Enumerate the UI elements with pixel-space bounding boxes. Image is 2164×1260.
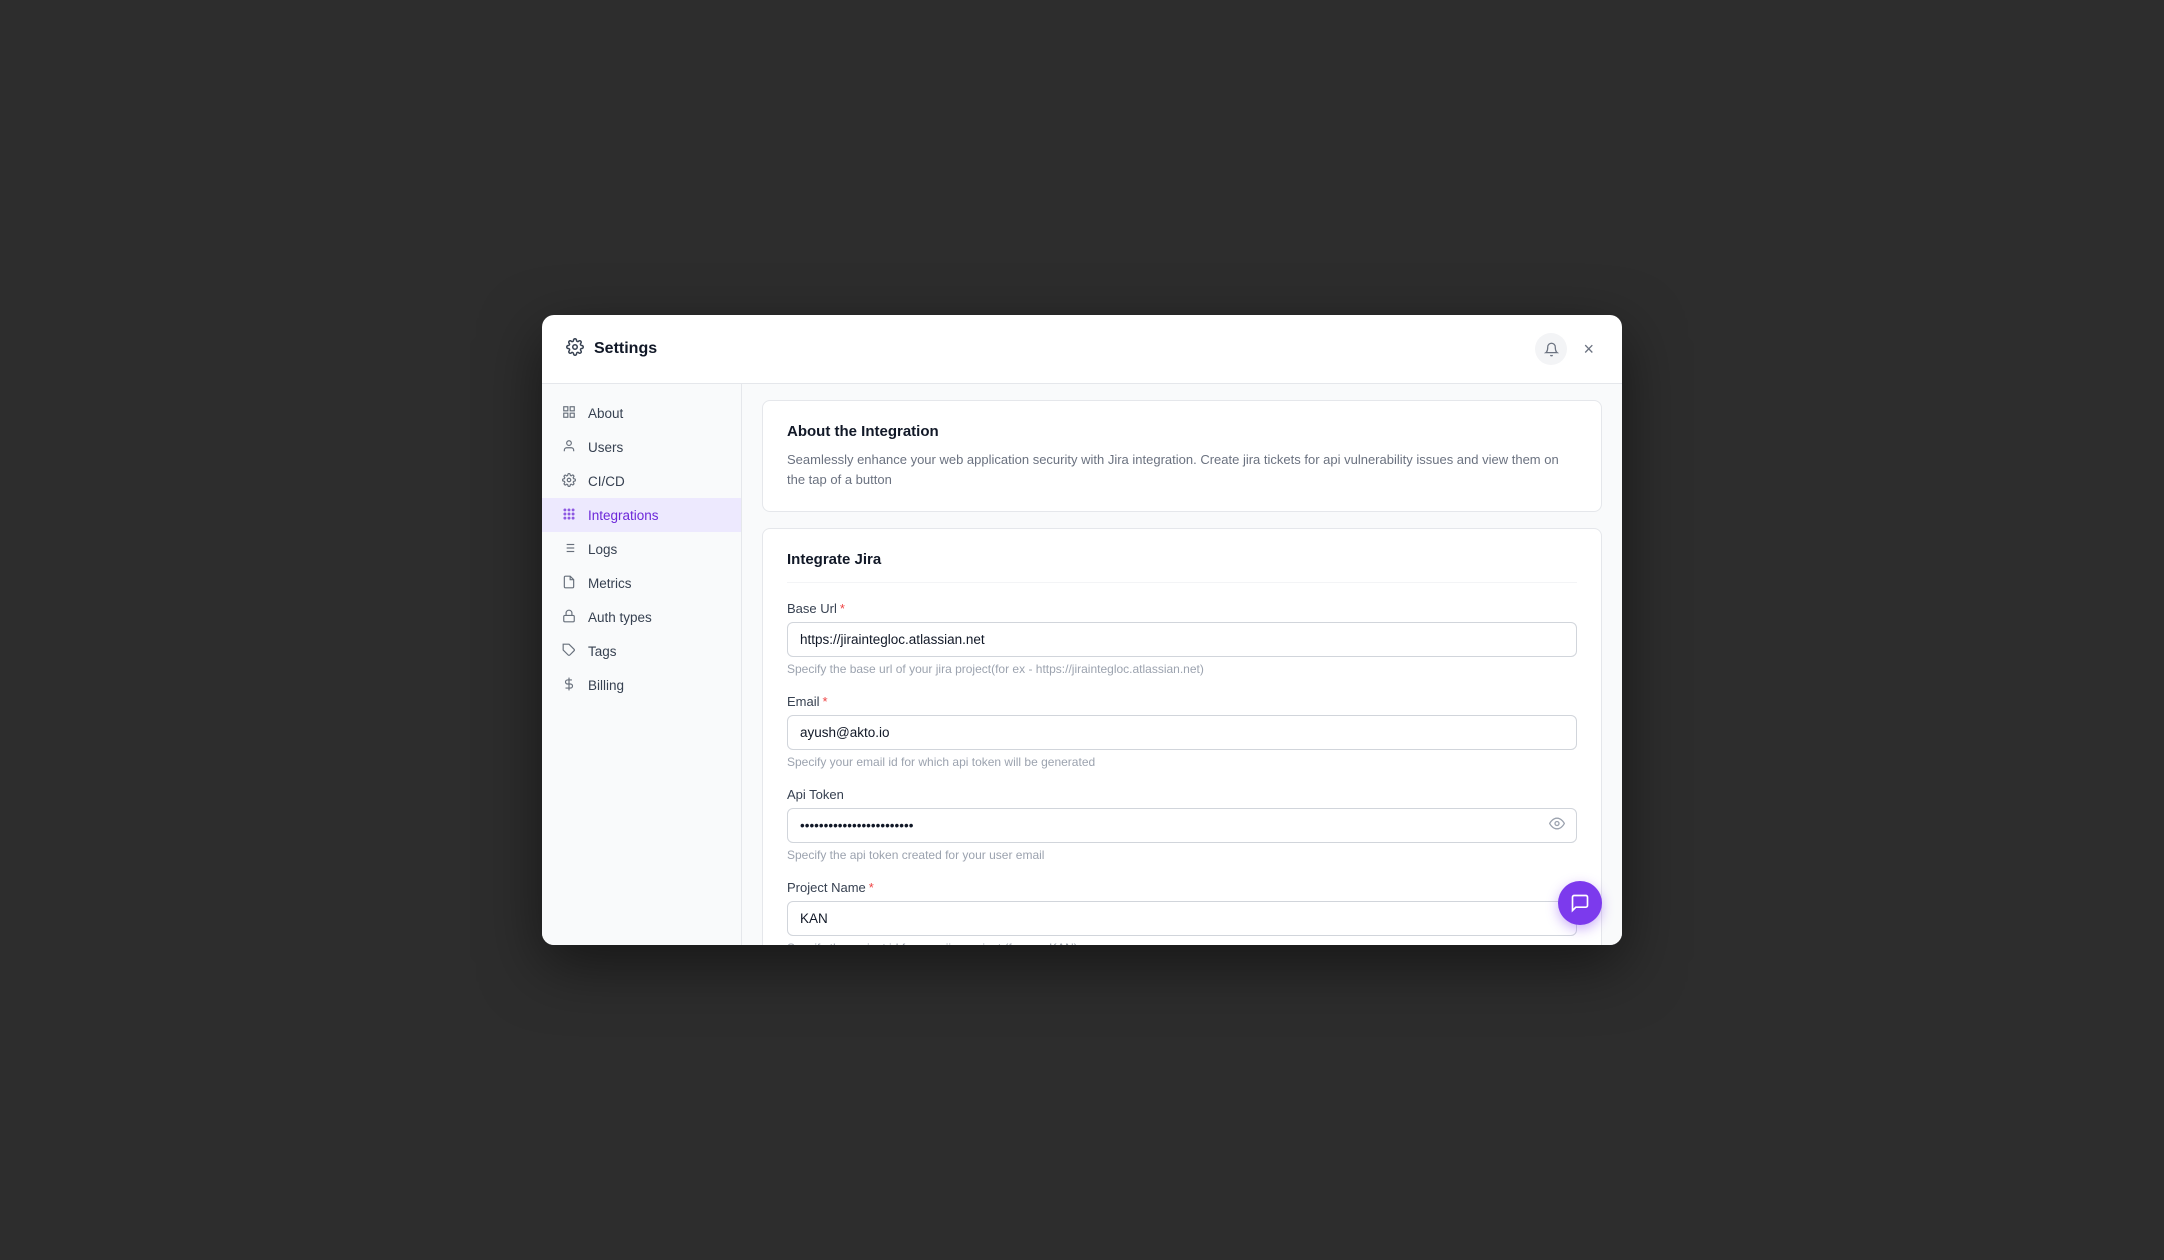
chat-fab-button[interactable] xyxy=(1558,881,1602,925)
close-button[interactable]: × xyxy=(1579,335,1598,364)
base-url-required: * xyxy=(840,601,845,616)
integrate-jira-title: Integrate Jira xyxy=(787,551,1577,583)
sidebar-item-about[interactable]: About xyxy=(542,396,741,430)
settings-icon xyxy=(566,338,584,361)
sidebar-item-logs[interactable]: Logs xyxy=(542,532,741,566)
about-section-title: About the Integration xyxy=(787,423,1577,440)
sidebar: About Users CI/CD xyxy=(542,384,742,945)
header-actions: × xyxy=(1535,333,1598,365)
lock-icon xyxy=(562,609,578,625)
file-icon xyxy=(562,575,578,591)
grid-dots-icon xyxy=(562,507,578,523)
toggle-password-button[interactable] xyxy=(1547,813,1567,838)
modal-header: Settings × xyxy=(542,315,1622,384)
api-token-label: Api Token xyxy=(787,787,1577,802)
project-name-input[interactable] xyxy=(787,901,1577,936)
sidebar-item-cicd[interactable]: CI/CD xyxy=(542,464,741,498)
sidebar-label-tags: Tags xyxy=(588,644,617,659)
sidebar-label-integrations: Integrations xyxy=(588,508,659,523)
modal-body: About Users CI/CD xyxy=(542,384,1622,945)
billing-icon xyxy=(562,677,578,693)
sidebar-label-cicd: CI/CD xyxy=(588,474,625,489)
settings-modal: Settings × About xyxy=(542,315,1622,945)
user-icon xyxy=(562,439,578,455)
email-input[interactable] xyxy=(787,715,1577,750)
about-section-description: Seamlessly enhance your web application … xyxy=(787,450,1577,489)
api-token-wrapper xyxy=(787,808,1577,843)
about-section-card: About the Integration Seamlessly enhance… xyxy=(762,400,1602,512)
project-name-group: Project Name * Specify the project id fo… xyxy=(787,880,1577,945)
list-icon xyxy=(562,541,578,557)
grid-icon xyxy=(562,405,578,421)
notification-button[interactable] xyxy=(1535,333,1567,365)
modal-title: Settings xyxy=(594,340,657,358)
content-area: About the Integration Seamlessly enhance… xyxy=(742,384,1622,945)
sidebar-label-users: Users xyxy=(588,440,623,455)
sidebar-item-metrics[interactable]: Metrics xyxy=(542,566,741,600)
tag-icon xyxy=(562,643,578,659)
sidebar-label-logs: Logs xyxy=(588,542,617,557)
sidebar-item-billing[interactable]: Billing xyxy=(542,668,741,702)
base-url-hint: Specify the base url of your jira projec… xyxy=(787,662,1577,676)
api-token-input[interactable] xyxy=(787,808,1577,843)
base-url-group: Base Url * Specify the base url of your … xyxy=(787,601,1577,676)
project-name-hint: Specify the project id for your jira pro… xyxy=(787,941,1577,945)
sidebar-label-about: About xyxy=(588,406,623,421)
sidebar-item-auth-types[interactable]: Auth types xyxy=(542,600,741,634)
project-name-label: Project Name * xyxy=(787,880,1577,895)
sidebar-label-metrics: Metrics xyxy=(588,576,632,591)
sidebar-label-auth-types: Auth types xyxy=(588,610,652,625)
email-hint: Specify your email id for which api toke… xyxy=(787,755,1577,769)
email-required: * xyxy=(823,694,828,709)
sidebar-item-users[interactable]: Users xyxy=(542,430,741,464)
sidebar-item-integrations[interactable]: Integrations xyxy=(542,498,741,532)
integrate-jira-card: Integrate Jira Base Url * Specify the ba… xyxy=(762,528,1602,945)
gear-icon xyxy=(562,473,578,489)
base-url-input[interactable] xyxy=(787,622,1577,657)
modal-title-area: Settings xyxy=(566,338,657,361)
base-url-label: Base Url * xyxy=(787,601,1577,616)
api-token-group: Api Token Specify the api token created … xyxy=(787,787,1577,862)
sidebar-label-billing: Billing xyxy=(588,678,624,693)
email-group: Email * Specify your email id for which … xyxy=(787,694,1577,769)
api-token-hint: Specify the api token created for your u… xyxy=(787,848,1577,862)
email-label: Email * xyxy=(787,694,1577,709)
project-name-required: * xyxy=(869,880,874,895)
sidebar-item-tags[interactable]: Tags xyxy=(542,634,741,668)
